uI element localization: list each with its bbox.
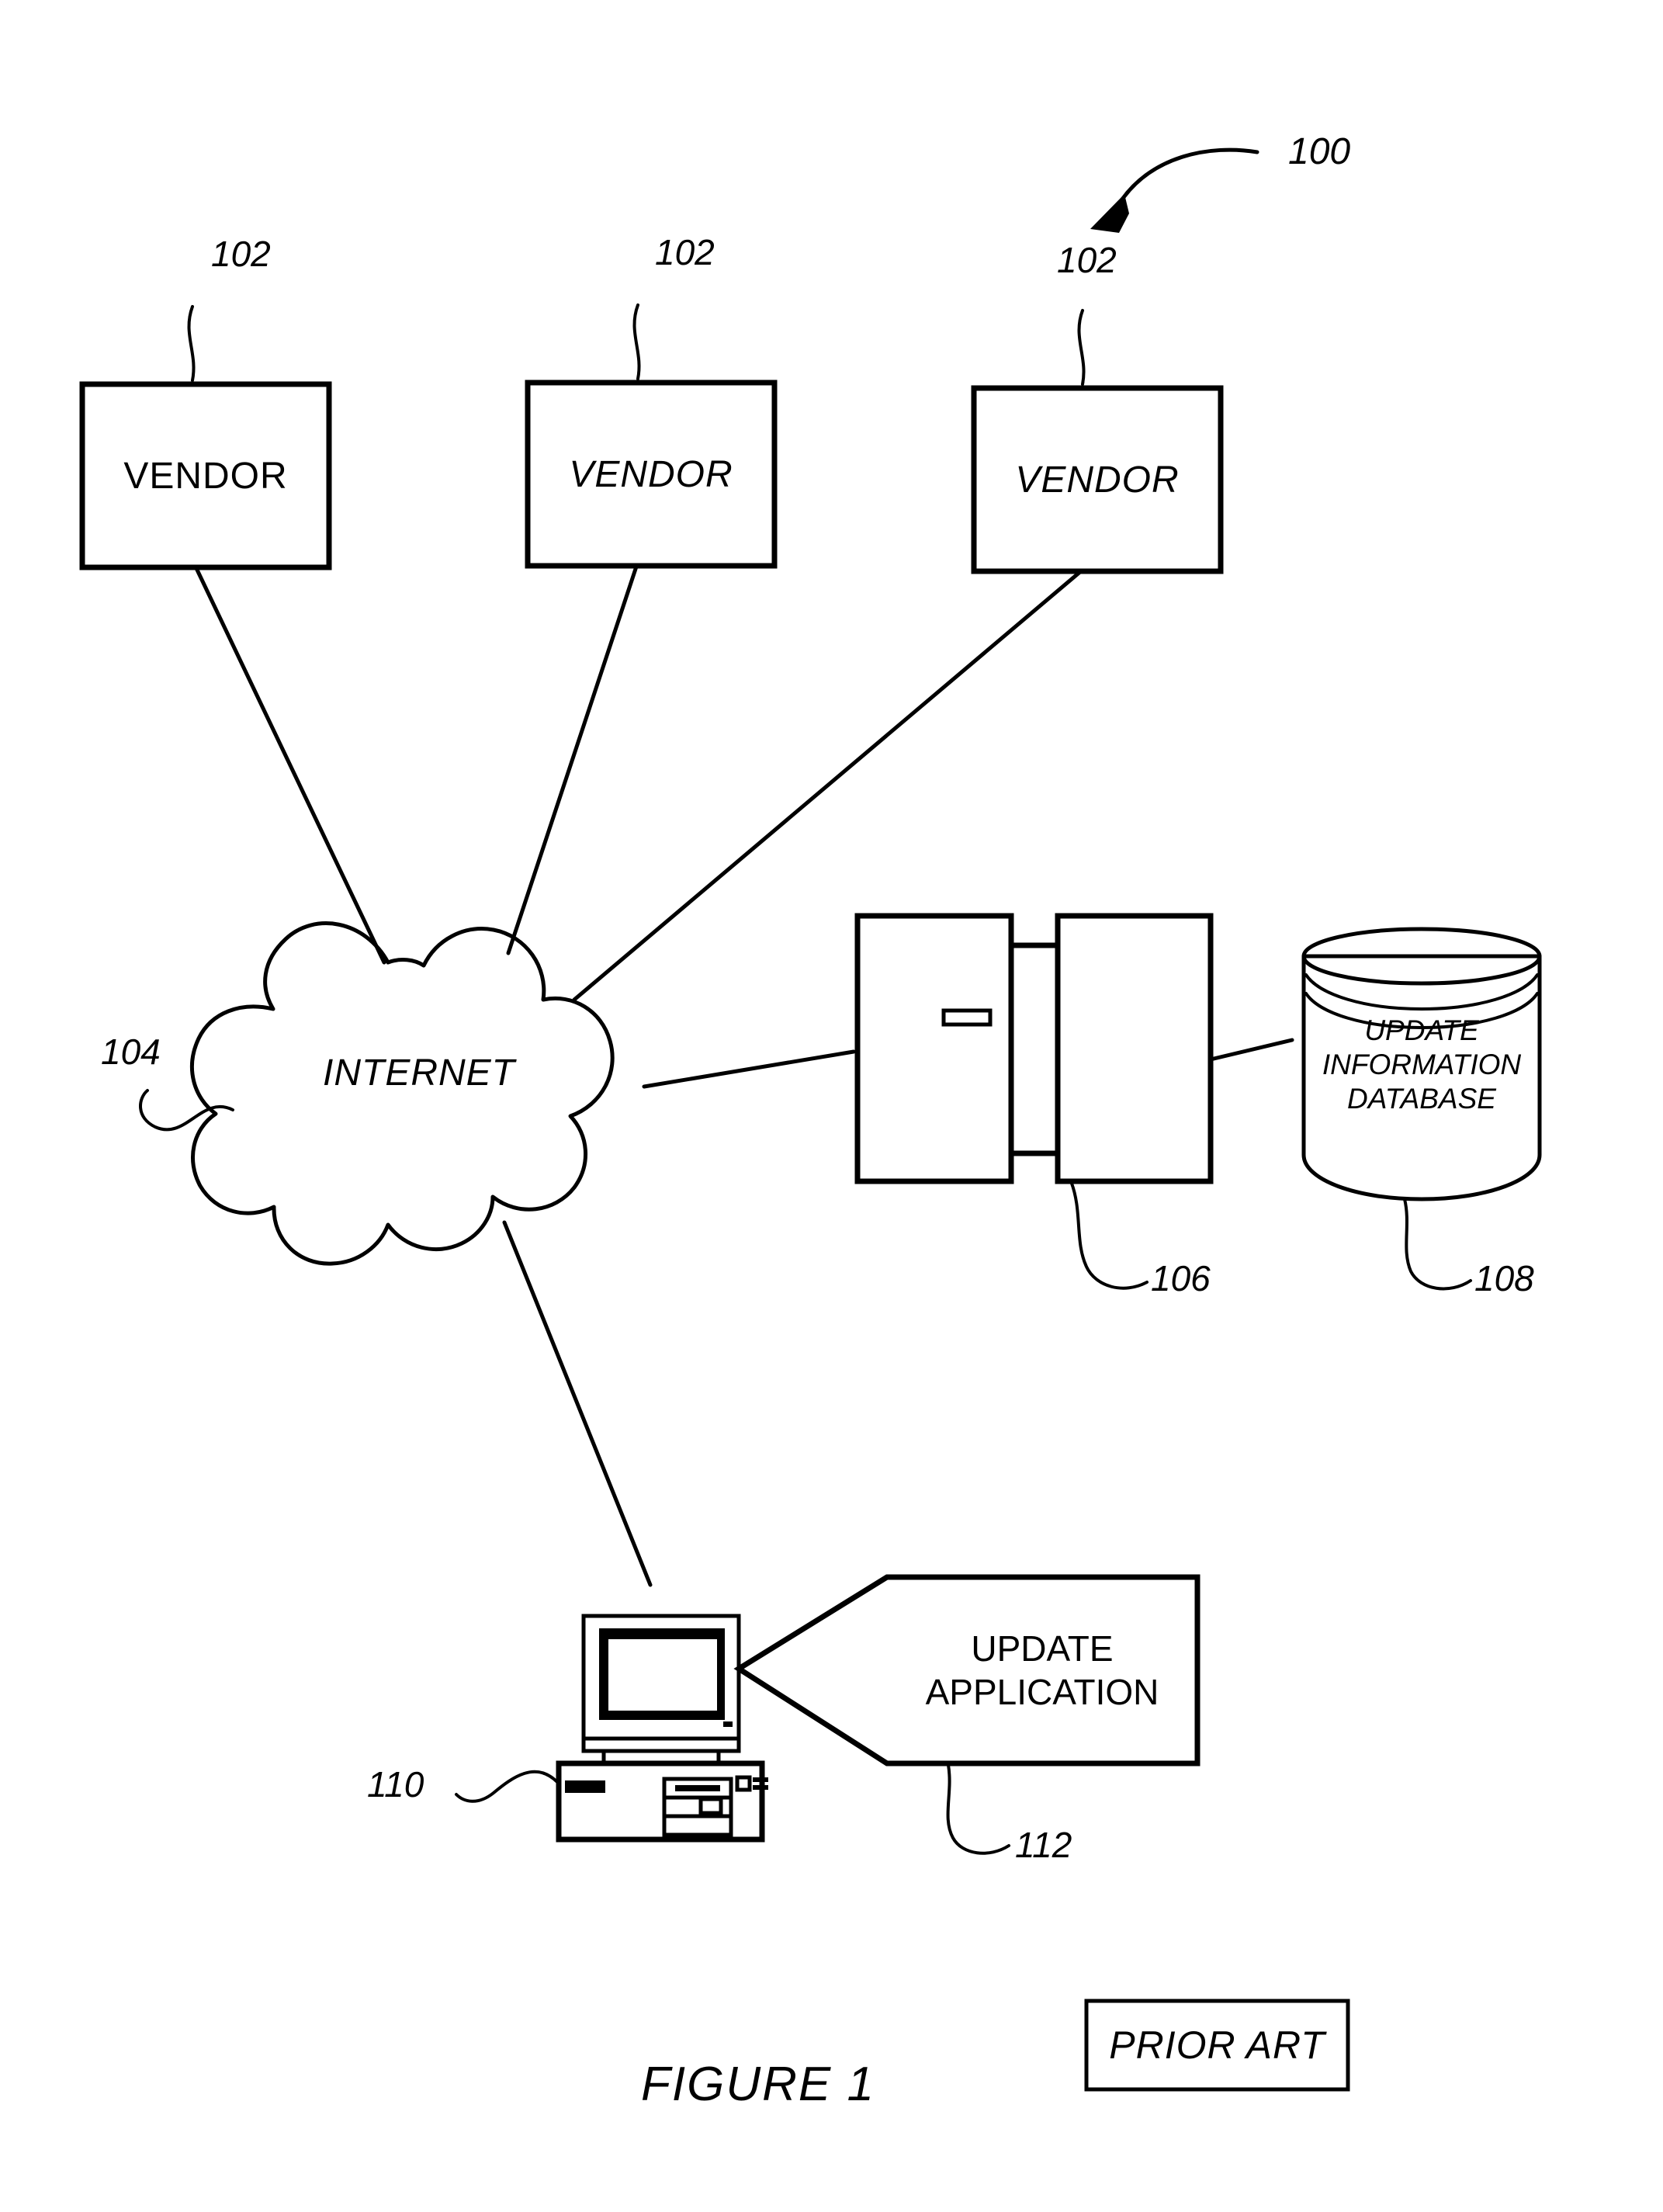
leader-vendor-2 [632,303,641,380]
leader-vendor-3 [1077,309,1086,386]
case-led-bar-2 [753,1785,768,1790]
server-slot [941,1008,993,1027]
monitor-power-led [723,1721,733,1727]
case-led-bar-1 [753,1777,768,1782]
ref-number-112: 112 [1015,1825,1072,1865]
leader-server-106 [1069,1180,1149,1290]
server-rear-panel [1055,913,1214,1184]
monitor-screen [608,1639,717,1711]
case-led-square [735,1775,752,1792]
ref-number-108: 108 [1474,1258,1534,1298]
case-drive-slot [675,1785,720,1791]
leader-internet-104 [139,1089,234,1132]
callout-label-line-1: UPDATE [971,1628,1114,1669]
database-disc-line-1 [1304,973,1539,1011]
link-vendor1-internet [193,564,386,965]
server-front-panel [854,913,1014,1184]
server-middle-band [1008,942,1061,1156]
vendor-label-1: VENDOR [123,455,288,497]
figure-caption: FIGURE 1 [641,2058,875,2111]
ref-number-110: 110 [367,1764,424,1805]
ref-number-102-a: 102 [211,234,271,274]
system-ref-arrow-curve [1115,147,1259,209]
server-node[interactable] [854,913,1214,1290]
ref-number-104: 104 [101,1031,161,1072]
database-label: UPDATE INFORMATION DATABASE [1304,1014,1540,1116]
ref-number-100: 100 [1288,131,1351,172]
internet-label: INTERNET [323,1052,515,1094]
case-drive-bay-3 [662,1814,733,1837]
leader-client-110 [455,1770,559,1803]
leader-callout-112 [946,1763,1010,1855]
callout-label: UPDATE APPLICATION [887,1577,1197,1763]
leader-vendor-1 [187,305,196,382]
database-label-line-1: UPDATE [1364,1014,1479,1046]
link-internet-server [642,1049,856,1089]
callout-label-line-2: APPLICATION [925,1672,1159,1712]
ref-number-102-b: 102 [655,232,715,272]
database-label-line-3: DATABASE [1347,1083,1496,1115]
client-computer-node[interactable] [455,1614,768,1843]
ref-number-102-c: 102 [1057,240,1117,280]
vendor-label-3: VENDOR [1015,459,1180,501]
prior-art-label: PRIOR ART [1109,2023,1325,2067]
link-server-database [1208,1038,1294,1062]
link-internet-client [502,1220,653,1587]
ref-number-106: 106 [1151,1258,1211,1298]
vendor-label-2: VENDOR [569,453,733,495]
system-ref-arrow [1090,147,1259,233]
case-badge [565,1780,605,1793]
database-label-line-2: INFORMATION [1322,1049,1522,1080]
case-drive-eject [698,1797,723,1815]
leader-database-108 [1403,1198,1472,1291]
system-ref-arrowhead [1090,194,1129,233]
patent-figure: 100 VENDOR 102 VENDOR 102 VENDOR 102 INT… [0,0,1663,2212]
link-vendor2-internet [506,564,639,955]
